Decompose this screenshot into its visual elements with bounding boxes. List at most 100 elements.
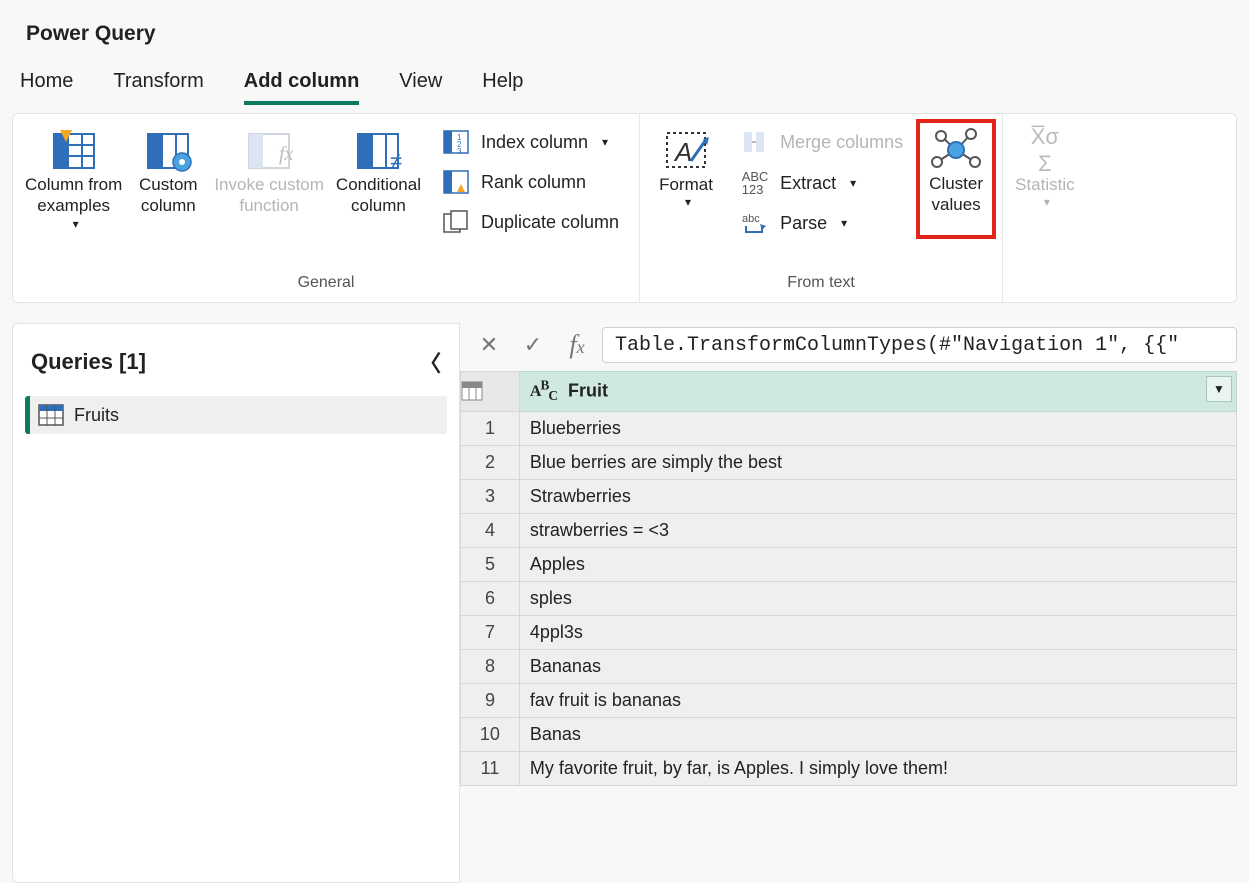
- format-button[interactable]: A Format ▾: [646, 120, 726, 238]
- parse-icon: abc: [740, 212, 770, 234]
- statistics-label: Statistic: [1015, 174, 1075, 195]
- group-label-from-text: From text: [787, 274, 855, 298]
- row-number[interactable]: 7: [461, 615, 520, 649]
- table-row[interactable]: 5Apples: [461, 547, 1237, 581]
- cell[interactable]: Blueberries: [519, 411, 1236, 445]
- conditional-column-icon: ≠: [354, 126, 402, 174]
- cluster-values-button[interactable]: Clustervalues: [916, 119, 996, 239]
- ribbon-group-from-text: A Format ▾ Merge columns ABC123 Extract …: [640, 114, 1003, 302]
- statistics-button: X̅σΣ Statistic ▾: [1009, 120, 1081, 210]
- accept-formula-button[interactable]: ✓: [514, 327, 552, 363]
- table-row[interactable]: 1Blueberries: [461, 411, 1237, 445]
- duplicate-column-button[interactable]: Duplicate column: [437, 206, 623, 238]
- cell[interactable]: fav fruit is bananas: [519, 683, 1236, 717]
- merge-columns-button: Merge columns: [736, 126, 907, 158]
- row-number[interactable]: 2: [461, 445, 520, 479]
- custom-column-button[interactable]: Customcolumn: [128, 120, 208, 238]
- workspace: Queries [1] 〈 Fruits ✕ ✓ fx Table.Transf…: [12, 323, 1237, 883]
- cell[interactable]: sples: [519, 581, 1236, 615]
- merge-columns-label: Merge columns: [780, 132, 903, 153]
- cancel-formula-button[interactable]: ✕: [470, 327, 508, 363]
- format-label: Format: [659, 174, 713, 195]
- cell[interactable]: Bananas: [519, 649, 1236, 683]
- row-number[interactable]: 10: [461, 717, 520, 751]
- statistics-icon: X̅σΣ: [1031, 126, 1059, 174]
- cluster-values-label: Clustervalues: [929, 173, 983, 216]
- index-column-icon: 123: [441, 130, 471, 154]
- chevron-down-icon: ▾: [841, 216, 847, 230]
- chevron-down-icon: ▾: [602, 135, 608, 149]
- query-item-fruits[interactable]: Fruits: [25, 396, 447, 434]
- rank-column-label: Rank column: [481, 172, 586, 193]
- extract-button[interactable]: ABC123 Extract ▾: [736, 166, 907, 200]
- rank-column-icon: [441, 170, 471, 194]
- row-number[interactable]: 3: [461, 479, 520, 513]
- row-number[interactable]: 11: [461, 751, 520, 785]
- query-item-label: Fruits: [74, 405, 119, 426]
- ribbon-group-statistics: X̅σΣ Statistic ▾: [1003, 114, 1087, 302]
- row-number[interactable]: 6: [461, 581, 520, 615]
- column-header-label: Fruit: [568, 380, 608, 400]
- table-row[interactable]: 6sples: [461, 581, 1237, 615]
- parse-button[interactable]: abc Parse ▾: [736, 208, 907, 238]
- cluster-values-icon: [927, 125, 985, 173]
- svg-text:3: 3: [457, 147, 462, 154]
- tab-view[interactable]: View: [399, 60, 442, 105]
- custom-column-label: Customcolumn: [139, 174, 198, 217]
- index-column-label: Index column: [481, 132, 588, 153]
- cell[interactable]: strawberries = <3: [519, 513, 1236, 547]
- table-row[interactable]: 3Strawberries: [461, 479, 1237, 513]
- row-number[interactable]: 9: [461, 683, 520, 717]
- table-row[interactable]: 74ppl3s: [461, 615, 1237, 649]
- row-number[interactable]: 1: [461, 411, 520, 445]
- table-row[interactable]: 8Bananas: [461, 649, 1237, 683]
- invoke-custom-function-label: Invoke customfunction: [214, 174, 324, 217]
- tab-help[interactable]: Help: [482, 60, 523, 105]
- tab-transform[interactable]: Transform: [113, 60, 203, 105]
- collapse-queries-icon[interactable]: 〈: [419, 346, 441, 378]
- table-icon: [38, 404, 64, 426]
- svg-text:A: A: [673, 137, 692, 167]
- tab-add-column[interactable]: Add column: [244, 60, 360, 105]
- formula-bar[interactable]: Table.TransformColumnTypes(#"Navigation …: [602, 327, 1237, 363]
- index-column-button[interactable]: 123 Index column ▾: [437, 126, 623, 158]
- tab-home[interactable]: Home: [20, 60, 73, 105]
- cell[interactable]: 4ppl3s: [519, 615, 1236, 649]
- fx-icon: fx: [558, 327, 596, 363]
- chevron-down-icon: ▾: [685, 195, 691, 210]
- custom-column-icon: [144, 126, 192, 174]
- data-pane: ✕ ✓ fx Table.TransformColumnTypes(#"Navi…: [460, 323, 1237, 883]
- table-row[interactable]: 2Blue berries are simply the best: [461, 445, 1237, 479]
- invoke-custom-function-button: fx Invoke customfunction: [208, 120, 330, 238]
- ribbon-tabs: Home Transform Add column View Help: [0, 60, 1249, 105]
- text-type-icon: ABC: [530, 383, 557, 400]
- table-row[interactable]: 11My favorite fruit, by far, is Apples. …: [461, 751, 1237, 785]
- select-all-corner[interactable]: [461, 372, 520, 412]
- rank-column-button[interactable]: Rank column: [437, 166, 623, 198]
- cell[interactable]: Blue berries are simply the best: [519, 445, 1236, 479]
- extract-label: Extract: [780, 173, 836, 194]
- cell[interactable]: Strawberries: [519, 479, 1236, 513]
- chevron-down-icon: ▾: [1044, 195, 1050, 210]
- column-from-examples-icon: [50, 126, 98, 174]
- row-number[interactable]: 8: [461, 649, 520, 683]
- queries-header-label: Queries [1]: [31, 349, 146, 375]
- table-row[interactable]: 10Banas: [461, 717, 1237, 751]
- duplicate-column-label: Duplicate column: [481, 212, 619, 233]
- row-number[interactable]: 5: [461, 547, 520, 581]
- extract-icon: ABC123: [740, 170, 770, 196]
- svg-text:≠: ≠: [390, 148, 402, 172]
- column-from-examples-button[interactable]: Column fromexamples ▾: [19, 120, 128, 238]
- data-table: ABC Fruit ▼ 1Blueberries2Blue berries ar…: [460, 371, 1237, 786]
- cell[interactable]: Banas: [519, 717, 1236, 751]
- table-row[interactable]: 9fav fruit is bananas: [461, 683, 1237, 717]
- cell[interactable]: My favorite fruit, by far, is Apples. I …: [519, 751, 1236, 785]
- column-filter-dropdown[interactable]: ▼: [1206, 376, 1232, 402]
- chevron-down-icon: ▾: [73, 217, 79, 232]
- row-number[interactable]: 4: [461, 513, 520, 547]
- cell[interactable]: Apples: [519, 547, 1236, 581]
- ribbon-group-general: Column fromexamples ▾ Customcolumn fx In…: [13, 114, 640, 302]
- column-header-fruit[interactable]: ABC Fruit ▼: [519, 372, 1236, 412]
- table-row[interactable]: 4strawberries = <3: [461, 513, 1237, 547]
- conditional-column-button[interactable]: ≠ Conditionalcolumn: [330, 120, 427, 238]
